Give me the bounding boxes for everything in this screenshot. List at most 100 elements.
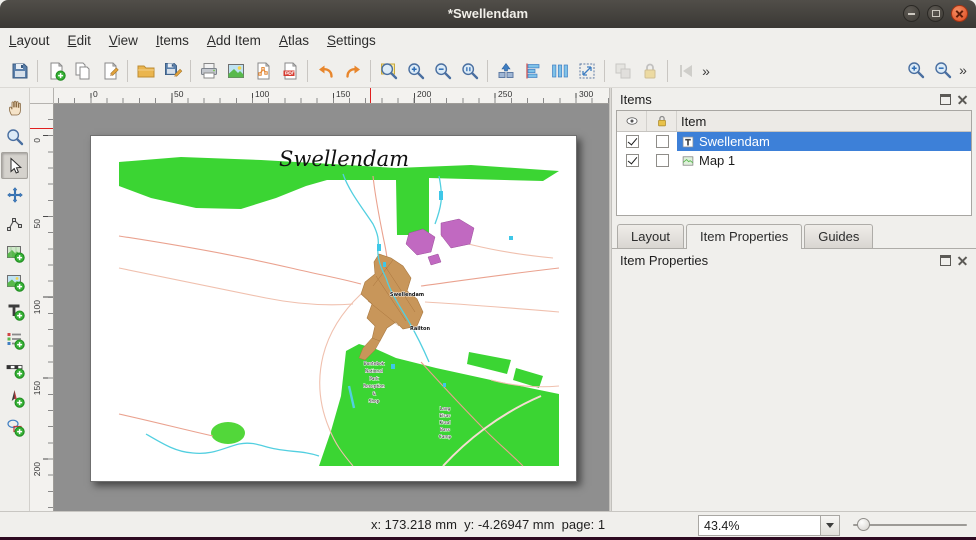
export-pdf-button[interactable] bbox=[276, 57, 303, 85]
redo-button[interactable] bbox=[339, 57, 366, 85]
toolbar-separator bbox=[370, 60, 371, 82]
zoom-tool-button[interactable] bbox=[1, 123, 28, 150]
export-image-button[interactable] bbox=[222, 57, 249, 85]
items-panel-close-button[interactable] bbox=[957, 94, 968, 105]
tab-guides[interactable]: Guides bbox=[804, 224, 873, 248]
resize-items-button[interactable] bbox=[573, 57, 600, 85]
select-move-item-button[interactable] bbox=[1, 152, 28, 179]
zoom-full-button[interactable] bbox=[375, 57, 402, 85]
visibility-checkbox[interactable] bbox=[626, 135, 639, 148]
item-properties-title: Item Properties bbox=[620, 253, 940, 268]
item-properties-close-button[interactable] bbox=[957, 255, 968, 266]
items-list-empty-area[interactable] bbox=[617, 170, 971, 215]
undo-button[interactable] bbox=[312, 57, 339, 85]
statusbar: x: 173.218 mm y: -4.26947 mm page: 1 43.… bbox=[0, 511, 976, 537]
raise-items-button[interactable] bbox=[492, 57, 519, 85]
map-label-camp: Elsas bbox=[439, 413, 451, 419]
zoom-in-button[interactable] bbox=[402, 57, 429, 85]
pan-layout-button[interactable] bbox=[1, 94, 28, 121]
ruler-cursor-marker-horizontal bbox=[370, 88, 371, 103]
new-layout-button[interactable] bbox=[42, 57, 69, 85]
add-picture-button[interactable] bbox=[1, 268, 28, 295]
zoom-level-combo[interactable]: 43.4% bbox=[698, 515, 840, 536]
layout-page[interactable]: Swellendam Railton Bontebok National Par… bbox=[90, 135, 577, 482]
group-items-button[interactable] bbox=[609, 57, 636, 85]
canvas-zoom-out-button[interactable] bbox=[929, 56, 956, 84]
tab-item-properties[interactable]: Item Properties bbox=[686, 224, 802, 249]
menu-layout[interactable]: Layout bbox=[0, 28, 59, 52]
zoom-out-button[interactable] bbox=[429, 57, 456, 85]
duplicate-layout-button[interactable] bbox=[69, 57, 96, 85]
v-ruler-label: 150 bbox=[32, 381, 42, 395]
horizontal-ruler[interactable]: 0 50 100 150 200 250 300 bbox=[54, 88, 609, 104]
cursor-position-readout: x: 173.218 mm y: -4.26947 mm page: 1 bbox=[371, 517, 605, 532]
main-toolbar bbox=[0, 54, 976, 88]
print-button[interactable] bbox=[195, 57, 222, 85]
zoom-slider[interactable] bbox=[853, 512, 967, 537]
zoom-actual-button[interactable] bbox=[456, 57, 483, 85]
lock-checkbox[interactable] bbox=[656, 154, 669, 167]
item-properties-float-button[interactable] bbox=[940, 255, 951, 266]
add-scale-bar-button[interactable] bbox=[1, 355, 28, 382]
map-label-railton: Railton bbox=[410, 326, 430, 332]
layout-manager-button[interactable] bbox=[96, 57, 123, 85]
lock-items-button[interactable] bbox=[636, 57, 663, 85]
add-legend-button[interactable] bbox=[1, 326, 28, 353]
menu-items[interactable]: Items bbox=[147, 28, 198, 52]
menu-atlas[interactable]: Atlas bbox=[270, 28, 318, 52]
menu-settings[interactable]: Settings bbox=[318, 28, 385, 52]
items-row-map1[interactable]: Map 1 bbox=[617, 151, 971, 170]
zoom-slider-track[interactable] bbox=[853, 524, 967, 526]
items-list-header: Item bbox=[617, 111, 971, 132]
toolbar-separator bbox=[127, 60, 128, 82]
green-field-ellipse bbox=[211, 422, 245, 444]
canvas-zoom-in-button[interactable] bbox=[902, 56, 929, 84]
move-item-content-button[interactable] bbox=[1, 181, 28, 208]
visibility-checkbox[interactable] bbox=[626, 154, 639, 167]
add-map-button[interactable] bbox=[1, 239, 28, 266]
tab-layout[interactable]: Layout bbox=[617, 224, 684, 248]
zoom-toolbar bbox=[902, 56, 970, 84]
item-column-header: Item bbox=[677, 111, 971, 131]
add-shape-button[interactable] bbox=[1, 413, 28, 440]
item-label: Map 1 bbox=[699, 153, 735, 168]
v-ruler-label: 200 bbox=[32, 462, 42, 476]
minimize-button[interactable] bbox=[903, 5, 920, 22]
align-items-button[interactable] bbox=[519, 57, 546, 85]
distribute-items-button[interactable] bbox=[546, 57, 573, 85]
export-svg-button[interactable] bbox=[249, 57, 276, 85]
maximize-button[interactable] bbox=[927, 5, 944, 22]
lock-checkbox[interactable] bbox=[656, 135, 669, 148]
qgis-print-layout-window: *Swellendam LayoutEditViewItemsAdd ItemA… bbox=[0, 0, 976, 540]
zoom-toolbar-overflow-button[interactable] bbox=[956, 56, 970, 84]
zoom-dropdown-button[interactable] bbox=[820, 516, 839, 535]
layout-canvas[interactable]: Swellendam Railton Bontebok National Par… bbox=[54, 104, 609, 512]
zoom-slider-handle[interactable] bbox=[857, 518, 870, 531]
v-ruler-label: 100 bbox=[32, 300, 42, 314]
menu-add-item[interactable]: Add Item bbox=[198, 28, 270, 52]
items-row-swellendam[interactable]: Swellendam bbox=[617, 132, 971, 151]
vertical-ruler[interactable]: 0 50 100 150 200 bbox=[30, 104, 54, 512]
map-item[interactable]: Swellendam Railton Bontebok National Par… bbox=[119, 157, 559, 466]
save-as-template-button[interactable] bbox=[159, 57, 186, 85]
map-label-park: Shop bbox=[369, 399, 380, 405]
ruler-cursor-marker-vertical bbox=[30, 128, 53, 129]
save-project-button[interactable] bbox=[6, 57, 33, 85]
add-items-from-template-button[interactable] bbox=[132, 57, 159, 85]
label-item-icon bbox=[681, 135, 695, 149]
map-label-park: National bbox=[365, 369, 383, 375]
close-button[interactable] bbox=[951, 5, 968, 22]
add-north-arrow-button[interactable] bbox=[1, 384, 28, 411]
menu-edit[interactable]: Edit bbox=[59, 28, 100, 52]
label-item-page-title[interactable]: Swellendam bbox=[279, 147, 409, 171]
h-ruler-label: 200 bbox=[417, 89, 431, 99]
zoom-level-value: 43.4% bbox=[704, 519, 739, 533]
menu-view[interactable]: View bbox=[100, 28, 147, 52]
atlas-first-feature-button[interactable] bbox=[672, 57, 699, 85]
edit-nodes-item-button[interactable] bbox=[1, 210, 28, 237]
toolbar-overflow-button[interactable] bbox=[699, 57, 713, 85]
items-panel-float-button[interactable] bbox=[940, 94, 951, 105]
titlebar[interactable]: *Swellendam bbox=[0, 0, 976, 29]
v-ruler-label: 50 bbox=[32, 219, 42, 228]
add-label-button[interactable] bbox=[1, 297, 28, 324]
